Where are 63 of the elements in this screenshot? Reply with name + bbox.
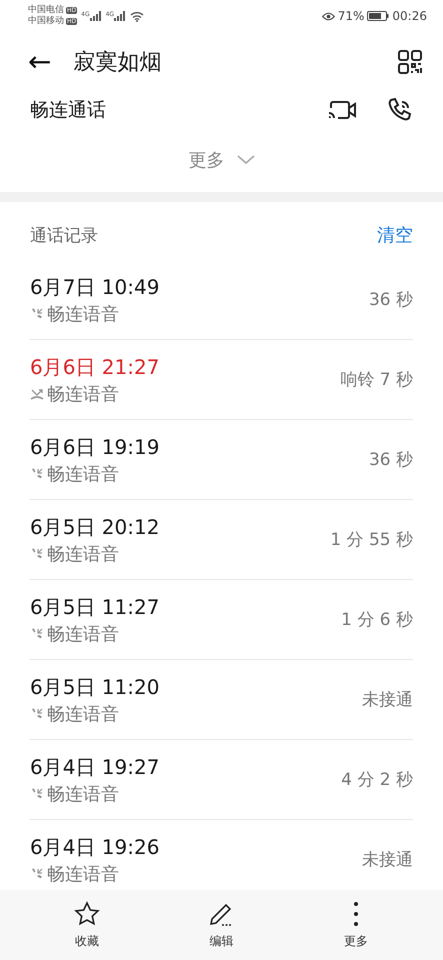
back-button[interactable]: ← [28, 48, 52, 76]
call-time: 6月6日 21:27 [30, 354, 160, 380]
call-row[interactable]: 6月7日 10:49 畅连语音 36 秒 [30, 260, 413, 340]
call-row[interactable]: 6月6日 19:19 畅连语音 36 秒 [30, 420, 413, 500]
call-type: 畅连语音 [47, 702, 119, 726]
call-duration: 未接通 [362, 849, 413, 871]
service-label: 畅连通话 [30, 98, 107, 123]
call-type: 畅连语音 [47, 782, 119, 806]
call-row[interactable]: 6月6日 21:27 畅连语音 响铃 7 秒 [30, 340, 413, 420]
incoming-call-icon [30, 706, 44, 720]
chevron-down-icon [236, 155, 254, 165]
signal-icon [90, 11, 102, 21]
call-time: 6月5日 20:12 [30, 514, 160, 540]
call-duration: 36 秒 [368, 289, 413, 311]
incoming-call-icon [30, 546, 44, 560]
call-duration: 36 秒 [368, 449, 413, 471]
toolbar-button[interactable]: 编辑 [176, 890, 266, 960]
section-title: 通话记录 [30, 224, 99, 246]
signal-icon [114, 11, 126, 21]
more-toggle[interactable]: 更多 [188, 148, 254, 172]
incoming-call-icon [30, 306, 44, 320]
call-type: 畅连语音 [47, 542, 119, 566]
call-row[interactable]: 6月5日 11:20 畅连语音 未接通 [30, 660, 413, 740]
carrier-name: 中国电信 [28, 5, 64, 15]
call-duration: 1 分 55 秒 [330, 529, 413, 551]
incoming-call-icon [30, 626, 44, 640]
call-row[interactable]: 6月4日 19:27 畅连语音 4 分 2 秒 [30, 740, 413, 820]
carrier-name: 中国移动 [28, 16, 64, 26]
call-type: 畅连语音 [47, 862, 119, 886]
incoming-call-icon [30, 866, 44, 880]
call-type: 畅连语音 [47, 462, 119, 486]
battery-icon [367, 11, 390, 21]
more-icon [352, 900, 359, 926]
incoming-call-icon [30, 786, 44, 800]
call-time: 6月6日 19:19 [30, 434, 160, 460]
call-type: 畅连语音 [47, 622, 119, 646]
call-time: 6月4日 19:26 [30, 834, 160, 860]
voice-call-button[interactable] [387, 97, 413, 123]
call-duration: 4 分 2 秒 [341, 769, 413, 791]
qr-code-button[interactable] [397, 49, 423, 75]
eye-icon [322, 12, 335, 20]
clock: 00:26 [392, 9, 427, 23]
call-row[interactable]: 6月5日 20:12 畅连语音 1 分 55 秒 [30, 500, 413, 580]
call-duration: 响铃 7 秒 [340, 369, 413, 391]
battery-percent: 71% [338, 9, 364, 23]
video-call-button[interactable] [327, 99, 357, 121]
call-time: 6月7日 10:49 [30, 274, 160, 300]
incoming-call-icon [30, 466, 44, 480]
clear-button[interactable]: 清空 [377, 223, 413, 247]
toolbar-button[interactable]: 更多 [310, 890, 401, 960]
call-row[interactable]: 6月5日 11:27 畅连语音 1 分 6 秒 [30, 580, 413, 660]
call-time: 6月5日 11:27 [30, 594, 160, 620]
toolbar-button[interactable]: 收藏 [42, 890, 132, 960]
call-type: 畅连语音 [47, 382, 119, 406]
call-time: 6月5日 11:20 [30, 674, 160, 700]
star-icon [74, 900, 100, 926]
contact-name: 寂寞如烟 [73, 49, 162, 77]
call-duration: 未接通 [362, 689, 413, 711]
call-time: 6月4日 19:27 [30, 754, 160, 780]
missed-call-icon [30, 386, 44, 400]
call-type: 畅连语音 [47, 302, 119, 326]
wifi-icon [130, 10, 144, 22]
call-duration: 1 分 6 秒 [341, 609, 413, 631]
